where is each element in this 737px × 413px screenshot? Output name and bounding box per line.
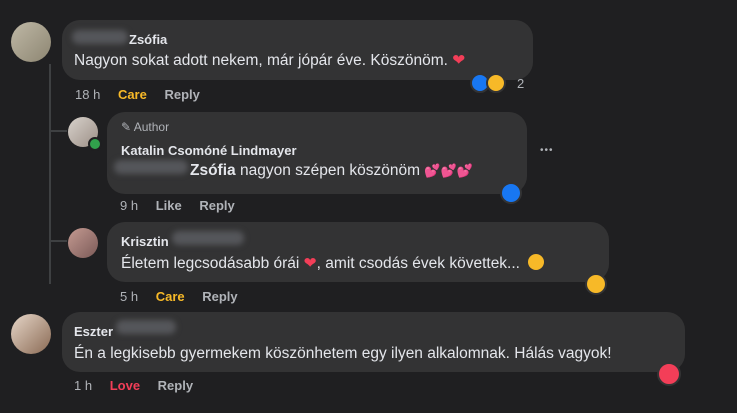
comment-author[interactable]: Katalin Csomóné Lindmayer [121,143,297,158]
thread-line-branch [49,130,67,132]
timestamp[interactable]: 18 h [75,87,100,102]
heart-icon: ❤ [452,52,466,69]
comment-text: Zsófia nagyon szépen köszönöm 💕💕💕 [190,162,473,180]
reaction-summary[interactable]: 2 [470,73,532,95]
care-icon[interactable] [585,273,607,295]
comment-actions: 9 h Like Reply [120,198,249,213]
avatar[interactable] [11,22,51,62]
reply-button[interactable]: Reply [202,289,237,304]
heart-icon: 💕💕💕 [424,163,473,178]
comment-text: Életem legcsodásabb órái ❤, amit csodás … [121,254,545,273]
comment-author[interactable]: Eszter [74,324,113,339]
online-dot-icon [88,137,102,151]
timestamp[interactable]: 1 h [74,378,92,393]
heart-icon: ❤ [303,255,317,272]
redacted-name [72,30,128,44]
comment-author[interactable]: Krisztin [121,234,169,249]
pencil-icon: ✎ [121,120,132,134]
comment-actions: 18 h Care Reply [75,87,214,102]
timestamp[interactable]: 9 h [120,198,138,213]
timestamp[interactable]: 5 h [120,289,138,304]
reply-button[interactable]: Reply [199,198,234,213]
comment-text: Nagyon sokat adott nekem, már jópár éve.… [74,51,465,70]
more-icon[interactable]: ••• [540,145,554,156]
care-button[interactable]: Care [156,289,185,304]
comment-author[interactable]: Zsófia [129,32,167,47]
thread-line [49,64,51,284]
comment-text-body: Életem legcsodásabb órái [121,255,300,272]
reply-button[interactable]: Reply [158,378,193,393]
redacted-name [172,231,244,245]
comment-text-body: nagyon szépen köszönöm [235,162,421,179]
mention[interactable]: Zsófia [190,162,236,179]
like-icon[interactable] [500,182,522,204]
avatar[interactable] [11,314,51,354]
thread-line-branch [49,240,67,242]
care-button[interactable]: Care [118,87,147,102]
smile-icon [528,254,545,270]
avatar[interactable] [68,228,98,258]
reaction-count: 2 [517,76,525,91]
comment-text-body: Nagyon sokat adott nekem, már jópár éve.… [74,52,448,69]
care-icon [486,73,506,93]
comment-actions: 1 h Love Reply [74,378,207,393]
redacted-name [114,160,188,174]
comment-actions: 5 h Care Reply [120,289,252,304]
author-badge: ✎ Author [121,120,169,134]
like-button[interactable]: Like [156,198,182,213]
comment-text: Én a legkisebb gyermekem köszönhetem egy… [74,345,612,362]
love-button[interactable]: Love [110,378,140,393]
reply-button[interactable]: Reply [164,87,199,102]
redacted-name [116,320,176,334]
comment-bubble [62,20,533,80]
love-icon[interactable] [657,362,681,386]
comment-text-continued: , amit csodás évek követtek... [316,255,520,272]
author-badge-label: Author [133,120,170,134]
